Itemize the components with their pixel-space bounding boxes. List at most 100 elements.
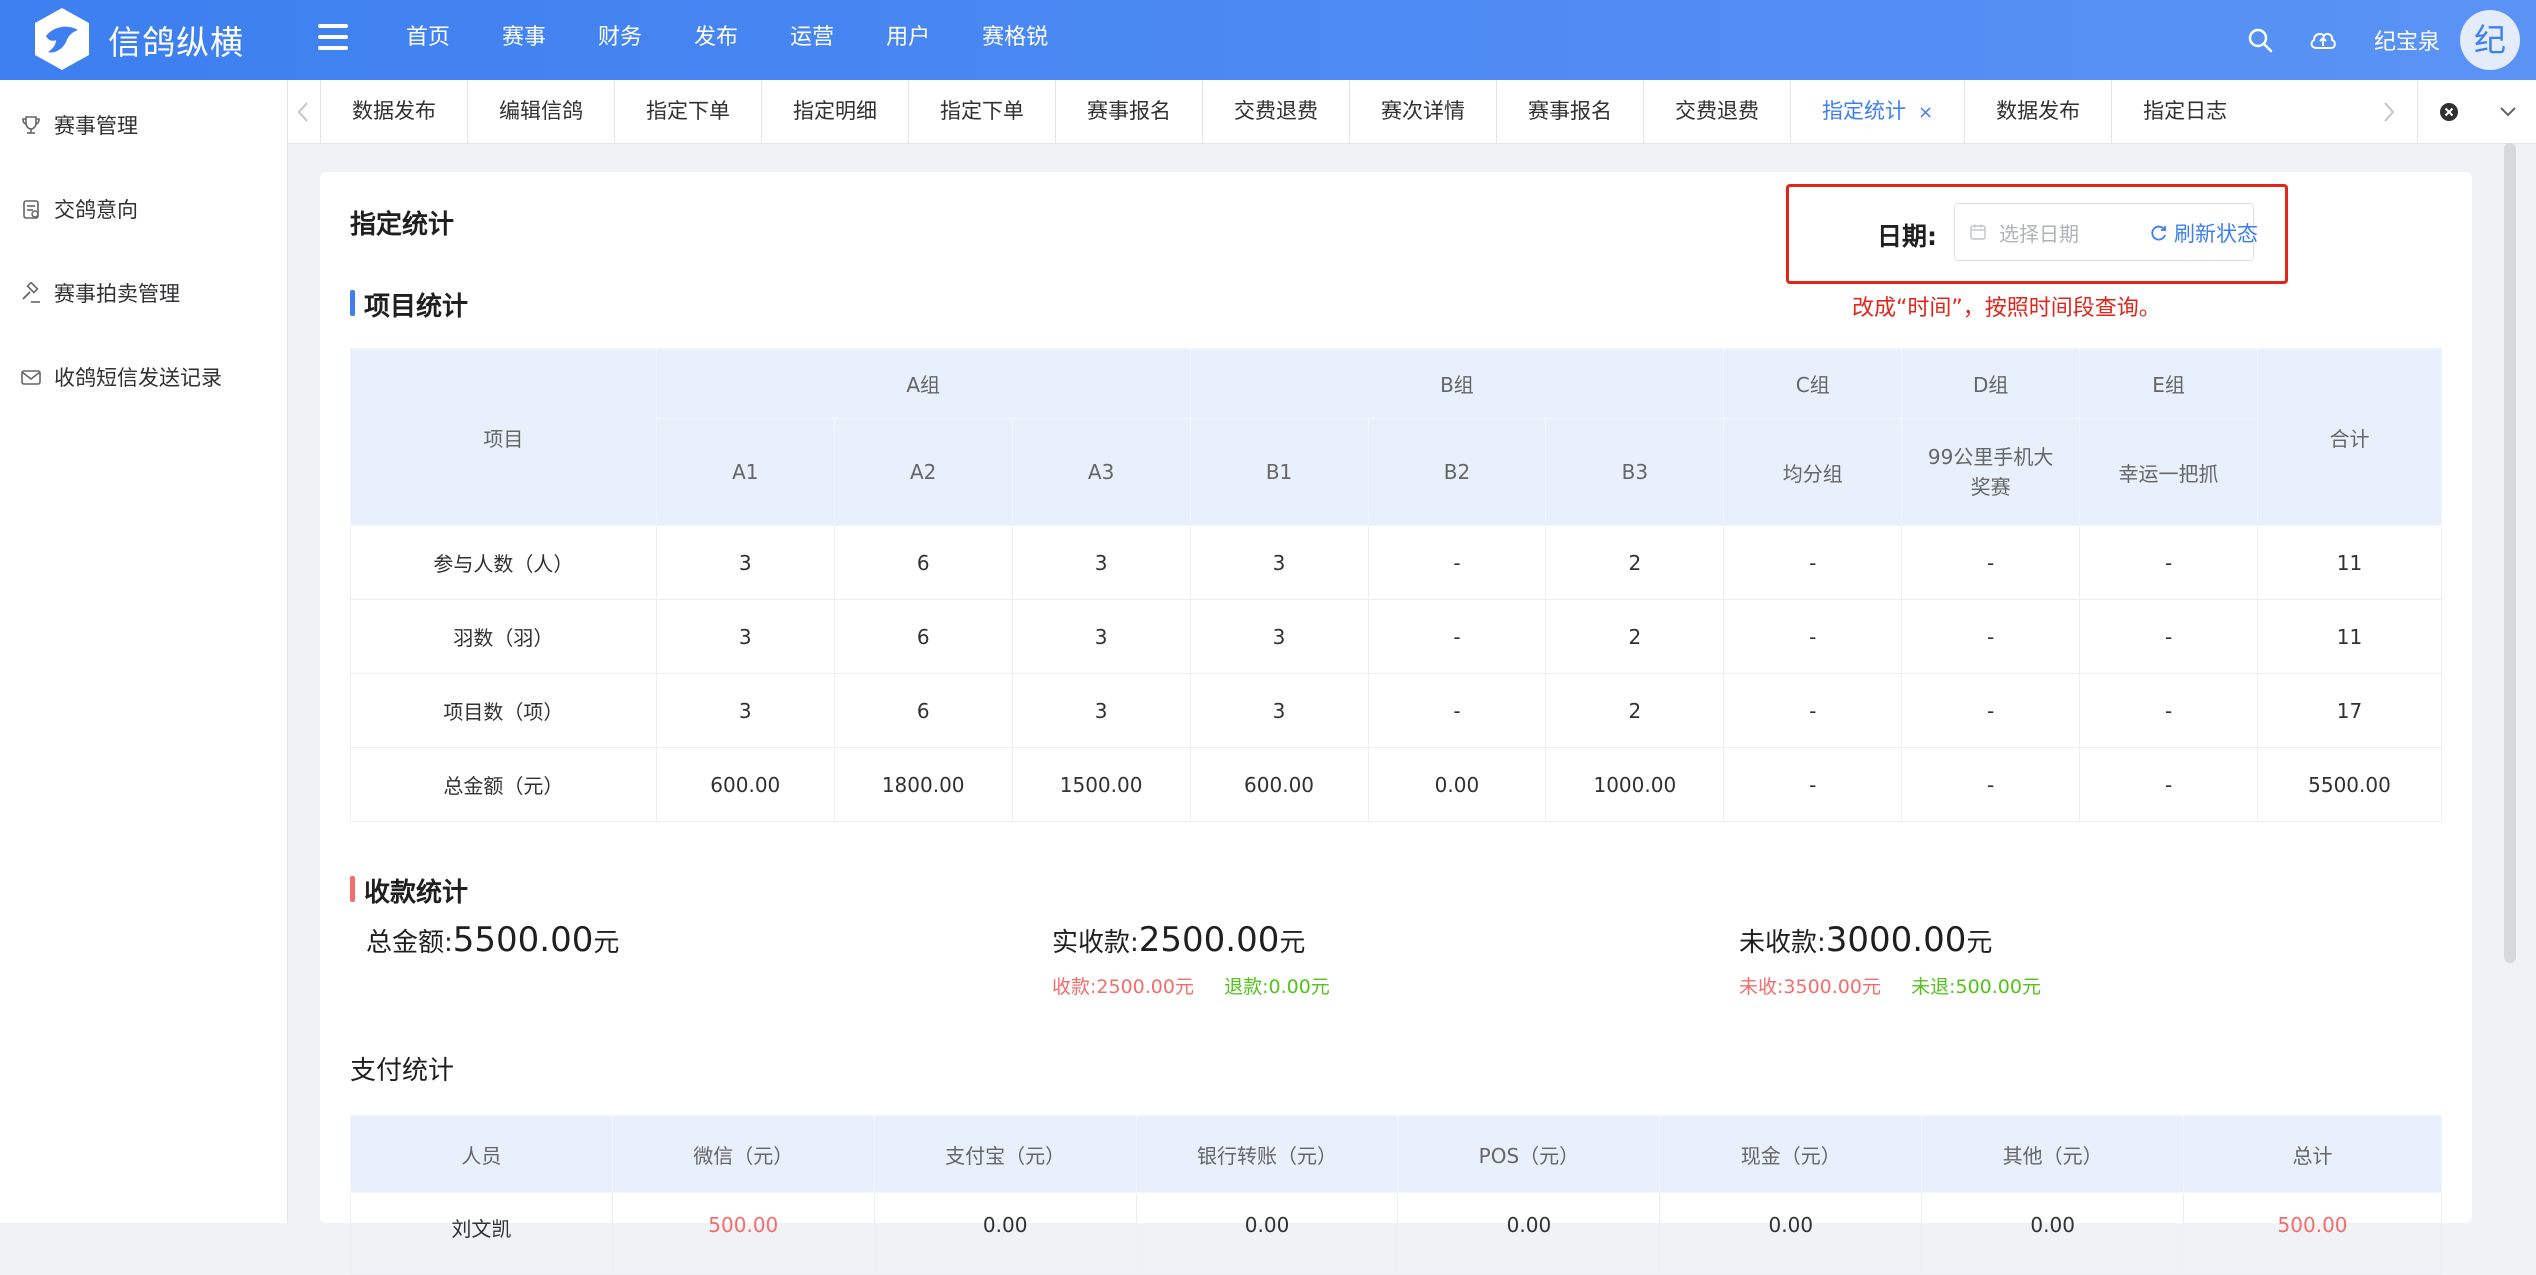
payment-stats-table: 人员 微信（元） 支付宝（元） 银行转账（元） POS（元） 现金（元） 其他（… (350, 1115, 2442, 1275)
collection-unreceived-value: 3000.00 (1825, 920, 1967, 960)
topnav-finance[interactable]: 财务 (572, 0, 668, 80)
cell: - (1723, 673, 1903, 748)
tab-designated-order-2[interactable]: 指定下单 (908, 80, 1055, 143)
tab-race-detail[interactable]: 赛次详情 (1349, 80, 1496, 143)
cell: 3 (655, 599, 835, 674)
cell: - (1901, 673, 2081, 748)
cell: - (2079, 747, 2258, 822)
cell: 6 (833, 599, 1013, 674)
tab-fee-refund[interactable]: 交费退费 (1202, 80, 1349, 143)
sidebar-item-auction-management[interactable]: 赛事拍卖管理 (20, 273, 180, 313)
collection-total-label: 总金额: (366, 928, 453, 958)
header-col: 99公里手机大奖赛 (1901, 418, 2081, 526)
topnav-publish[interactable]: 发布 (668, 0, 764, 80)
topnav-saigerui[interactable]: 赛格锐 (956, 0, 1074, 80)
cell: - (2079, 673, 2258, 748)
sidebar-item-pigeon-intent[interactable]: 交鸽意向 (20, 189, 138, 229)
gavel-icon (22, 282, 40, 303)
tab-close-icon[interactable]: × (1918, 102, 1933, 123)
header-col: 幸运一把抓 (2079, 418, 2258, 526)
tab-fee-refund-2[interactable]: 交费退费 (1643, 80, 1790, 143)
cell: 1800.00 (833, 747, 1013, 822)
row-label: 总金额（元） (350, 747, 657, 822)
header-total: 总计 (2183, 1115, 2442, 1193)
tab-designated-log[interactable]: 指定日志 (2111, 80, 2258, 143)
tab-designated-order[interactable]: 指定下单 (614, 80, 761, 143)
date-placeholder: 选择日期 (1999, 221, 2079, 246)
header-wechat: 微信（元） (611, 1115, 875, 1193)
cell-alipay: 0.00 (873, 1192, 1137, 1275)
unreceived-sub1-label: 未收: (1739, 976, 1784, 998)
tabs-scroll-right-icon[interactable] (2374, 80, 2404, 143)
chevron-down-icon[interactable] (2499, 106, 2517, 118)
app-brand: 信鸽纵横 (108, 23, 244, 62)
collection-unreceived-label: 未收款: (1739, 928, 1826, 958)
collection-received-detail: 收款:2500.00元 退款:0.00元 (1052, 972, 1330, 999)
cell-total: 11 (2256, 525, 2443, 600)
calendar-icon (1970, 224, 1986, 240)
cell: 3 (1011, 673, 1191, 748)
cell: - (1901, 747, 2081, 822)
tabs: 数据发布 编辑信鸽 指定下单 指定明细 指定下单 赛事报名 交费退费 赛次详情 … (320, 80, 2258, 143)
tab-event-registration-2[interactable]: 赛事报名 (1496, 80, 1643, 143)
tab-event-registration[interactable]: 赛事报名 (1055, 80, 1202, 143)
cell: - (1723, 525, 1903, 600)
topnav-users[interactable]: 用户 (860, 0, 956, 80)
tab-designated-detail[interactable]: 指定明细 (761, 80, 908, 143)
cell-total: 500.00 (2183, 1192, 2442, 1275)
section-title-payment: 支付统计 (350, 1056, 455, 1086)
cell-person: 刘文凯 (350, 1192, 613, 1275)
collection-received-label: 实收款: (1052, 928, 1139, 958)
topnav-events[interactable]: 赛事 (476, 0, 572, 80)
clipboard-icon (23, 200, 39, 219)
collection-received: 实收款:2500.00元 (1052, 920, 1305, 960)
cell: - (1901, 525, 2081, 600)
tab-edit-pigeon[interactable]: 编辑信鸽 (467, 80, 614, 143)
received-sub1-label: 收款: (1052, 976, 1097, 998)
topnav-home[interactable]: 首页 (380, 0, 476, 80)
avatar[interactable]: 纪 (2460, 10, 2520, 70)
cell: 3 (1189, 599, 1369, 674)
header-col: B1 (1189, 418, 1369, 526)
sidebar-item-label: 交鸽意向 (54, 198, 138, 222)
received-sub2-value: 0.00元 (1268, 976, 1330, 998)
project-stats-table: 项目 A组 B组 C组 D组 E组 合计 A1 A2 A3 B1 B2 B3 均… (350, 348, 2443, 822)
cell: 1500.00 (1011, 747, 1191, 822)
menu-toggle-icon[interactable] (318, 24, 348, 54)
cell: 600.00 (655, 747, 835, 822)
sidebar: 赛事管理 交鸽意向 赛事拍卖管理 收鸽短信发送记录 (0, 80, 288, 1223)
mail-icon (21, 370, 41, 385)
search-icon[interactable] (2246, 26, 2274, 54)
cell-cash: 0.00 (1659, 1192, 1923, 1275)
vertical-scrollbar[interactable] (2504, 143, 2516, 963)
header-group-b: B组 (1189, 348, 1725, 419)
tabs-scroll-left-icon[interactable] (288, 80, 318, 143)
sidebar-item-event-management[interactable]: 赛事管理 (20, 105, 138, 145)
cell: 2 (1545, 599, 1725, 674)
tab-tools (2417, 80, 2536, 143)
unit: 元 (1279, 928, 1306, 958)
user-name[interactable]: 纪宝泉 (2374, 24, 2440, 56)
refresh-status-button[interactable]: 刷新状态 (2150, 218, 2258, 248)
header-group-a: A组 (655, 348, 1191, 419)
cell-pos: 0.00 (1397, 1192, 1661, 1275)
table-row: 参与人数（人） 3 6 3 3 - 2 - - - 11 (350, 525, 2443, 600)
header-group-c: C组 (1723, 348, 1903, 419)
cell: - (1367, 673, 1547, 748)
top-bar: 信鸽纵横 首页 赛事 财务 发布 运营 用户 赛格锐 纪宝泉 纪 (0, 0, 2536, 80)
tab-data-publish[interactable]: 数据发布 (320, 80, 467, 143)
table-row: 项目数（项） 3 6 3 3 - 2 - - - 17 (350, 673, 2443, 748)
cell-total: 17 (2256, 673, 2443, 748)
sidebar-item-sms-records[interactable]: 收鸽短信发送记录 (20, 357, 222, 397)
cloud-upload-icon[interactable] (2308, 26, 2338, 54)
topnav-operations[interactable]: 运营 (764, 0, 860, 80)
tab-designated-stats[interactable]: 指定统计 × (1790, 80, 1964, 143)
cell: - (1367, 599, 1547, 674)
header-bank-transfer: 银行转账（元） (1135, 1115, 1399, 1193)
header-col: B2 (1367, 418, 1547, 526)
collection-received-value: 2500.00 (1138, 920, 1280, 960)
close-all-tabs-icon[interactable] (2438, 101, 2460, 123)
unreceived-sub1-value: 3500.00元 (1783, 976, 1881, 998)
cell: - (1723, 747, 1903, 822)
tab-data-publish-2[interactable]: 数据发布 (1964, 80, 2111, 143)
